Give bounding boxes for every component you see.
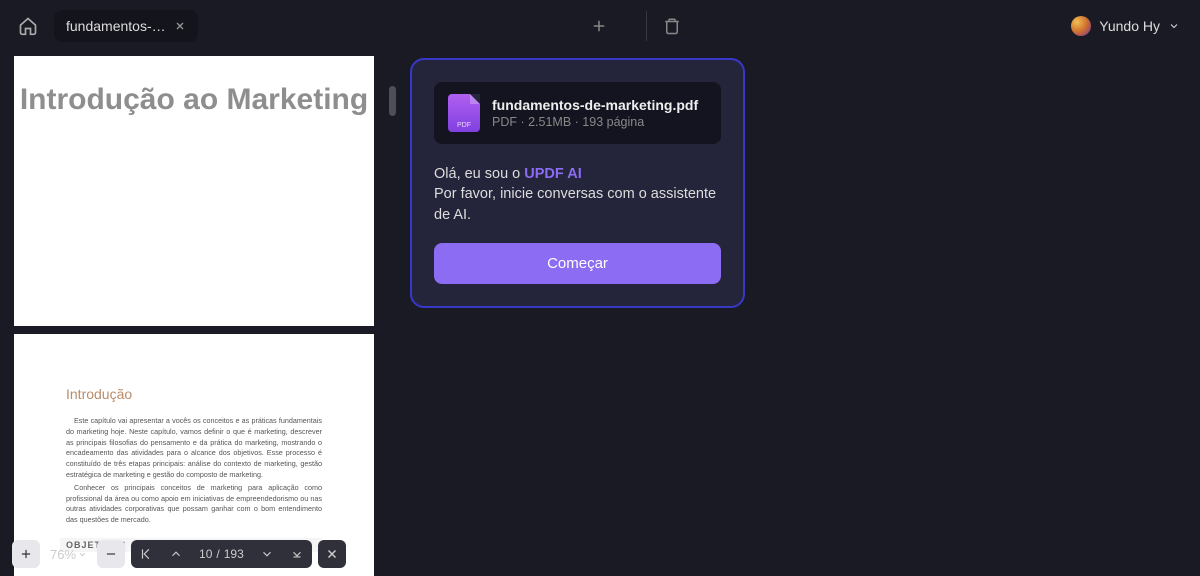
page-number[interactable]: 10 / 193 <box>191 540 252 568</box>
page-nav-group: 10 / 193 <box>131 540 312 568</box>
close-toolbar-button[interactable] <box>318 540 346 568</box>
chevron-down-icon <box>1168 20 1180 32</box>
brand-name: UPDF AI <box>524 166 581 182</box>
file-meta: PDF · 2.51MB · 193 página <box>492 115 698 129</box>
avatar <box>1071 16 1091 36</box>
ai-card: fundamentos-de-marketing.pdf PDF · 2.51M… <box>410 58 745 308</box>
divider <box>646 11 647 41</box>
section-heading: Introdução <box>66 386 322 402</box>
last-page-button[interactable] <box>282 540 312 568</box>
user-name: Yundo Hy <box>1099 18 1160 34</box>
next-page-button[interactable] <box>252 540 282 568</box>
pdf-toolbar: 76% 10 / 193 <box>12 540 346 568</box>
document-tab[interactable]: fundamentos-… <box>54 10 198 42</box>
zoom-out-button[interactable] <box>97 540 125 568</box>
first-page-button[interactable] <box>131 540 161 568</box>
start-button[interactable]: Começar <box>434 243 721 284</box>
file-name: fundamentos-de-marketing.pdf <box>492 97 698 113</box>
close-tab-icon[interactable] <box>174 20 186 32</box>
trash-icon[interactable] <box>659 13 685 39</box>
ai-assistant-pane: fundamentos-de-marketing.pdf PDF · 2.51M… <box>400 52 1200 576</box>
pdf-page: Introdução ao Marketing <box>14 56 374 326</box>
file-attachment[interactable]: fundamentos-de-marketing.pdf PDF · 2.51M… <box>434 82 721 144</box>
page-title: Introdução ao Marketing <box>20 80 368 119</box>
user-menu[interactable]: Yundo Hy <box>1071 16 1186 36</box>
pdf-file-icon <box>448 94 480 132</box>
zoom-level[interactable]: 76% <box>46 547 91 562</box>
add-tab-button[interactable] <box>584 11 614 41</box>
pdf-viewer: Introdução ao Marketing Introdução Este … <box>0 52 400 576</box>
tab-title: fundamentos-… <box>66 18 166 34</box>
body-text: Este capítulo vai apresentar a vocês os … <box>66 416 322 528</box>
scrollbar-thumb[interactable] <box>389 86 396 116</box>
zoom-in-button[interactable] <box>12 540 40 568</box>
home-icon[interactable] <box>14 12 42 40</box>
ai-greeting: Olá, eu sou o UPDF AI Por favor, inicie … <box>434 164 721 225</box>
prev-page-button[interactable] <box>161 540 191 568</box>
